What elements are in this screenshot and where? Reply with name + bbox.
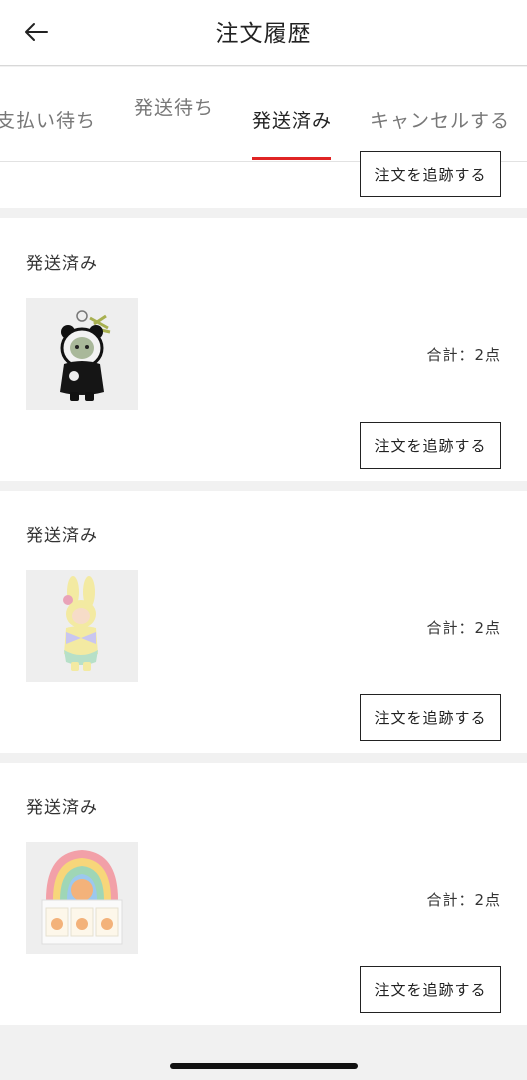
app-header: 注文履歴 [0, 0, 527, 66]
order-total: 合計：2点 [426, 891, 501, 909]
active-tab-indicator [252, 157, 331, 160]
page-title: 注文履歴 [215, 21, 312, 47]
order-status-tabs: 支払い待ち 発送待ち 発送済み キャンセルする [0, 67, 527, 162]
order-card[interactable]: 発送済み 合計：2点 注文を追跡する [0, 218, 527, 481]
track-order-button[interactable]: 注文を追跡する [360, 151, 501, 197]
panda-doll-keychain-image[interactable] [26, 298, 138, 410]
order-total: 合計：2点 [426, 619, 501, 637]
track-order-button[interactable]: 注文を追跡する [360, 966, 501, 1013]
order-status-label: 発送済み [26, 798, 98, 818]
tab-cancelled[interactable]: キャンセルする [370, 106, 510, 133]
order-status-label: 発送済み [26, 254, 98, 274]
track-order-button[interactable]: 注文を追跡する [360, 422, 501, 469]
tab-awaiting-shipment[interactable]: 発送待ち [134, 93, 214, 120]
order-card[interactable]: 発送済み 合計：2点 注文を追跡する [0, 763, 527, 1025]
order-status-label: 発送済み [26, 526, 98, 546]
blind-box-set-image[interactable] [26, 842, 138, 954]
order-card[interactable]: 発送済み 合計：2点 注文を追跡する [0, 491, 527, 753]
tab-shipped[interactable]: 発送済み [252, 106, 332, 133]
order-card-partial: 注文を追跡する [0, 151, 527, 208]
home-indicator[interactable] [170, 1063, 358, 1069]
track-order-button[interactable]: 注文を追跡する [360, 694, 501, 741]
order-total: 合計：2点 [426, 346, 501, 364]
tab-awaiting-payment[interactable]: 支払い待ち [0, 106, 96, 133]
bunny-doll-image[interactable] [26, 570, 138, 682]
